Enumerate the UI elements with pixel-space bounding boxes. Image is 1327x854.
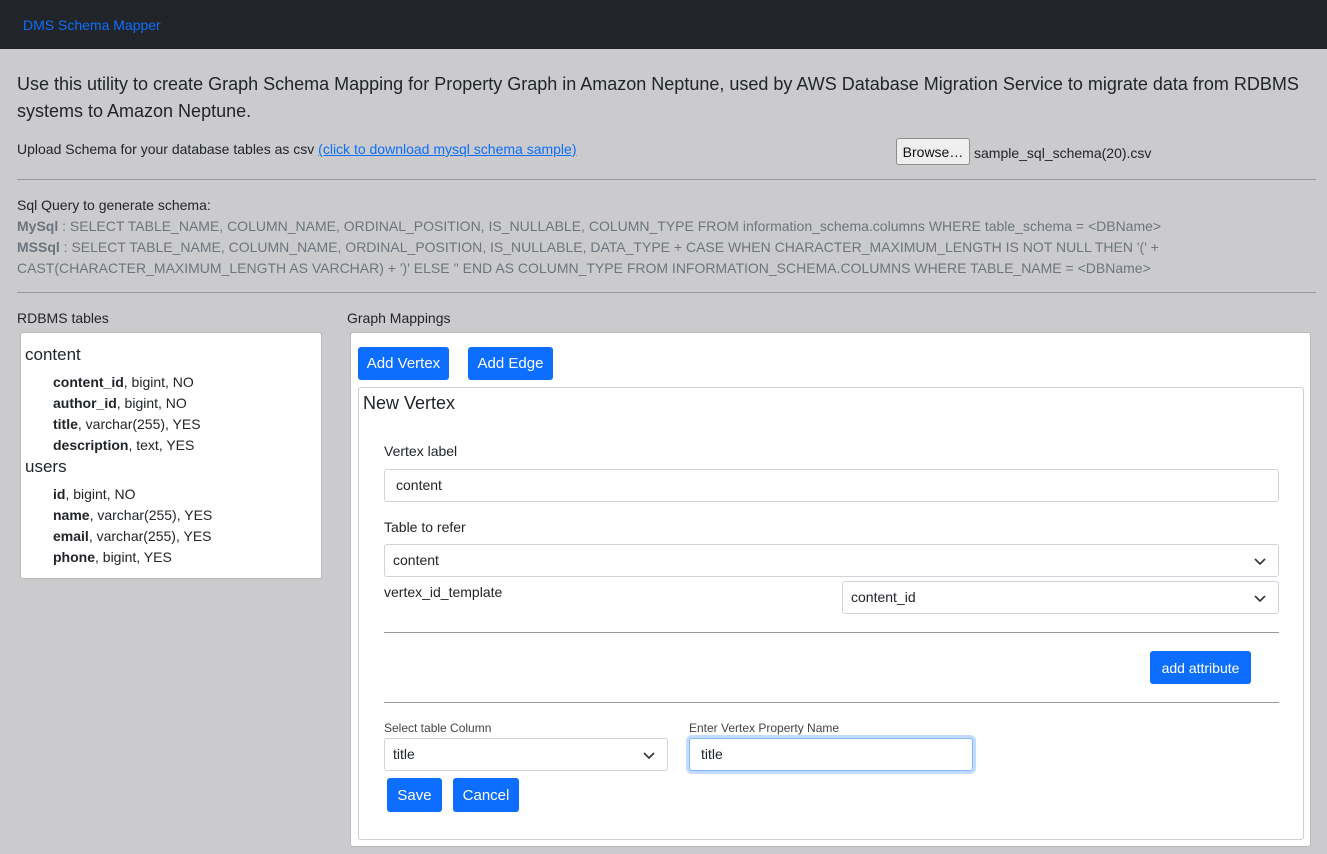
vertex-id-template-select[interactable]: content_id xyxy=(842,581,1279,614)
divider xyxy=(384,702,1279,703)
column-meta: , varchar(255), YES xyxy=(77,416,201,432)
rdbms-title: RDBMS tables xyxy=(17,310,109,326)
mysql-query: MySql : SELECT TABLE_NAME, COLUMN_NAME, … xyxy=(17,216,1267,237)
new-vertex-title: New Vertex xyxy=(363,393,456,413)
mssql-label: MSSql xyxy=(17,239,60,255)
graph-mappings-title: Graph Mappings xyxy=(347,310,451,326)
add-attribute-button[interactable]: add attribute xyxy=(1150,651,1251,684)
table-column: id, bigint, NO xyxy=(53,486,135,502)
save-button[interactable]: Save xyxy=(387,778,442,812)
column-name: phone xyxy=(53,549,95,565)
upload-section: Upload Schema for your database tables a… xyxy=(17,141,577,157)
table-name: users xyxy=(25,457,67,476)
table-to-refer-value: content xyxy=(393,552,439,568)
brand-link[interactable]: DMS Schema Mapper xyxy=(23,17,161,33)
add-vertex-button[interactable]: Add Vertex xyxy=(358,347,449,380)
download-sample-link[interactable]: (click to download mysql schema sample) xyxy=(318,141,576,157)
table-column-select[interactable]: title xyxy=(384,738,668,771)
table-column: name, varchar(255), YES xyxy=(53,507,212,523)
add-edge-button[interactable]: Add Edge xyxy=(468,347,553,380)
table-column: email, varchar(255), YES xyxy=(53,528,212,544)
column-meta: , varchar(255), YES xyxy=(88,528,212,544)
column-name: author_id xyxy=(53,395,117,411)
vertex-label-label: Vertex label xyxy=(384,443,458,459)
select-column-label: Select table Column xyxy=(384,721,492,735)
mssql-query-cont: CAST(CHARACTER_MAXIMUM_LENGTH AS VARCHAR… xyxy=(17,260,1151,276)
chevron-down-icon xyxy=(1254,558,1266,566)
mssql-query-text-1: : SELECT TABLE_NAME, COLUMN_NAME, ORDINA… xyxy=(59,239,1159,255)
column-name: content_id xyxy=(53,374,124,390)
column-meta: , bigint, YES xyxy=(95,549,172,565)
vertex-id-template-value: content_id xyxy=(851,589,916,605)
sql-title: Sql Query to generate schema: xyxy=(17,197,211,213)
divider xyxy=(17,179,1316,180)
table-column-value: title xyxy=(393,746,415,762)
column-name: id xyxy=(53,486,66,502)
table-to-refer-select[interactable]: content xyxy=(384,544,1279,577)
column-name: title xyxy=(53,416,78,432)
table-name: content xyxy=(25,345,81,364)
column-name: description xyxy=(53,437,129,453)
mssql-query: MSSql : SELECT TABLE_NAME, COLUMN_NAME, … xyxy=(17,237,1267,258)
divider xyxy=(384,632,1279,633)
browse-button[interactable]: Browse… xyxy=(896,138,970,165)
property-name-input[interactable]: title xyxy=(689,738,973,771)
selected-file-name: sample_sql_schema(20).csv xyxy=(974,145,1152,161)
column-meta: , bigint, NO xyxy=(116,395,187,411)
mysql-query-text: : SELECT TABLE_NAME, COLUMN_NAME, ORDINA… xyxy=(58,218,1162,234)
column-meta: , text, YES xyxy=(128,437,195,453)
cancel-button[interactable]: Cancel xyxy=(453,778,519,812)
upload-label: Upload Schema for your database tables a… xyxy=(17,141,315,157)
column-meta: , bigint, NO xyxy=(65,486,136,502)
column-meta: , varchar(255), YES xyxy=(89,507,213,523)
mysql-label: MySql xyxy=(17,218,59,234)
table-column: title, varchar(255), YES xyxy=(53,416,201,432)
table-column: author_id, bigint, NO xyxy=(53,395,187,411)
table-column: content_id, bigint, NO xyxy=(53,374,194,390)
column-name: email xyxy=(53,528,89,544)
rdbms-tables-panel: content content_id, bigint, NO author_id… xyxy=(20,332,322,579)
chevron-down-icon xyxy=(1254,595,1266,603)
column-name: name xyxy=(53,507,90,523)
vertex-label-input[interactable]: content xyxy=(384,469,1279,502)
intro-text: Use this utility to create Graph Schema … xyxy=(17,74,1299,121)
property-name-label: Enter Vertex Property Name xyxy=(689,721,840,735)
table-column: description, text, YES xyxy=(53,437,194,453)
divider xyxy=(17,292,1316,293)
vertex-id-template-label: vertex_id_template xyxy=(384,584,503,600)
chevron-down-icon xyxy=(643,752,655,760)
table-to-refer-label: Table to refer xyxy=(384,519,466,535)
navbar: DMS Schema Mapper xyxy=(0,0,1327,49)
table-column: phone, bigint, YES xyxy=(53,549,172,565)
column-meta: , bigint, NO xyxy=(123,374,194,390)
